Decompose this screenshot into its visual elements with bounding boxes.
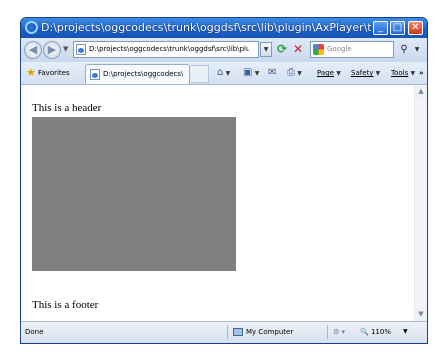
mail-icon: ✉ <box>268 67 277 78</box>
tab-page-icon <box>90 69 100 80</box>
protected-mode-icon[interactable]: ⚙ ▾ <box>333 322 345 342</box>
new-tab-button[interactable] <box>191 65 209 83</box>
zoom-dropdown-button[interactable]: ▼ <box>403 322 408 342</box>
scroll-up-button[interactable]: ▲ <box>415 85 427 98</box>
close-button[interactable]: ✕ <box>408 21 423 35</box>
browser-window: D:\projects\oggcodecs\trunk\oggdsf\src\l… <box>20 17 428 344</box>
feeds-icon: ▣ <box>243 67 253 78</box>
favorites-button[interactable]: Favorites <box>38 62 70 84</box>
zone-label: My Computer <box>246 328 294 336</box>
page-menu-label: Page <box>317 69 334 77</box>
more-commands-button[interactable]: » <box>419 62 424 84</box>
search-input[interactable]: Google <box>310 41 394 58</box>
search-options-dropdown[interactable]: ▼ <box>412 41 422 58</box>
address-input[interactable]: D:\projects\oggcodecs\trunk\oggdsf\src\l… <box>73 41 259 58</box>
tab-label: D:\projects\oggcodecs\tru... <box>103 70 183 78</box>
page-menu[interactable]: Page ▼ <box>317 62 341 85</box>
page-content: This is a header This is a footer <box>21 85 414 321</box>
page-icon <box>76 44 86 55</box>
status-text: Done <box>25 328 44 336</box>
recent-pages-dropdown-icon[interactable]: ▼ <box>63 45 68 53</box>
safety-menu-label: Safety <box>351 69 374 77</box>
home-button[interactable]: ⌂ ▼ <box>217 62 230 85</box>
vertical-scrollbar[interactable]: ▲ ▼ <box>414 85 427 321</box>
favorites-star-icon[interactable]: ★ <box>26 62 36 84</box>
print-icon: ⎙ <box>287 67 295 78</box>
maximize-button[interactable]: □ <box>390 21 405 35</box>
google-icon <box>313 44 324 55</box>
print-button[interactable]: ⎙ ▼ <box>287 62 302 85</box>
feeds-button[interactable]: ▣ ▼ <box>243 62 259 85</box>
zoom-level: 110% <box>370 328 391 336</box>
status-bar: Done My Computer ⚙ ▾ 🔍 110% ▼ <box>21 321 427 343</box>
address-dropdown-button[interactable]: ▼ <box>260 42 272 57</box>
safety-menu[interactable]: Safety ▼ <box>351 62 380 85</box>
zoom-control[interactable]: 🔍 110% <box>360 322 391 342</box>
axplayer-object[interactable] <box>32 117 236 271</box>
ie-logo-icon <box>25 21 38 34</box>
window-title: D:\projects\oggcodecs\trunk\oggdsf\src\l… <box>41 21 371 34</box>
back-button[interactable]: ◀ <box>24 41 42 59</box>
favorites-command-bar: ★ Favorites D:\projects\oggcodecs\tru...… <box>21 62 427 85</box>
forward-button[interactable]: ▶ <box>43 41 61 59</box>
home-icon: ⌂ <box>217 67 224 78</box>
address-toolbar: ◀ ▶ ▼ D:\projects\oggcodecs\trunk\oggdsf… <box>21 38 427 62</box>
mail-button[interactable]: ✉ <box>268 62 276 84</box>
search-placeholder: Google <box>327 45 352 53</box>
minimize-button[interactable]: _ <box>373 21 388 35</box>
security-zone[interactable]: My Computer <box>233 322 293 342</box>
page-header-text: This is a header <box>32 102 102 114</box>
refresh-button[interactable]: ⟳ <box>275 42 289 57</box>
tools-menu-label: Tools <box>391 69 409 77</box>
scroll-down-button[interactable]: ▼ <box>415 308 427 321</box>
status-divider <box>227 325 228 339</box>
address-url: D:\projects\oggcodecs\trunk\oggdsf\src\l… <box>89 45 249 53</box>
computer-icon <box>233 328 243 336</box>
tab-active[interactable]: D:\projects\oggcodecs\tru... <box>85 64 190 84</box>
stop-button[interactable]: ✕ <box>291 42 305 57</box>
search-button[interactable]: ⚲ <box>397 41 411 58</box>
title-bar[interactable]: D:\projects\oggcodecs\trunk\oggdsf\src\l… <box>21 18 427 38</box>
tools-menu[interactable]: Tools ▼ <box>391 62 415 85</box>
zoom-icon: 🔍 <box>360 328 369 336</box>
page-footer-text: This is a footer <box>32 299 99 311</box>
status-divider <box>327 325 328 339</box>
